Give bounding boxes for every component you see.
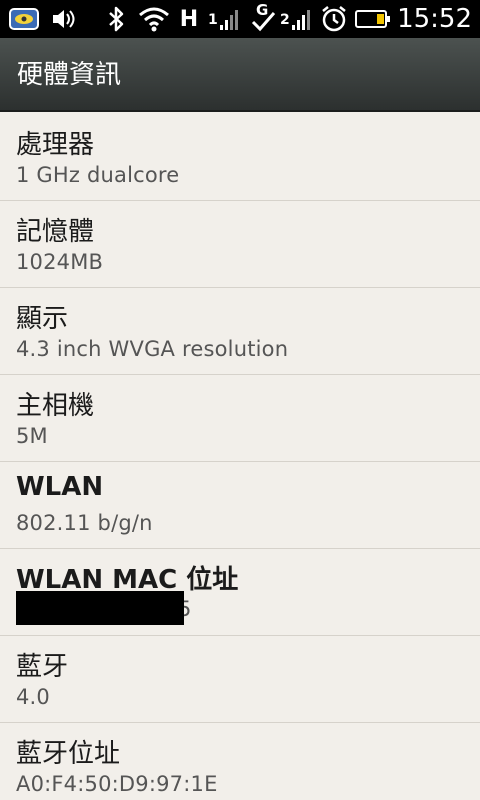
list-item-bluetooth: 藍牙 4.0 xyxy=(0,636,480,723)
signal-icon: 2 xyxy=(278,0,318,38)
signal-icon: 1 xyxy=(206,0,246,38)
item-label: 主相機 xyxy=(16,391,95,421)
item-value: 4.3 inch WVGA resolution xyxy=(16,337,289,361)
wifi-icon xyxy=(136,0,172,38)
status-bar: H 1 G 2 15:52 xyxy=(0,0,480,38)
item-value: A0:F4:50:D9:97:1E xyxy=(16,772,218,796)
item-value: 802.11 b/g/n xyxy=(16,511,153,535)
item-label: 藍牙 xyxy=(16,652,69,682)
list-item-memory: 記憶體 1024MB xyxy=(0,201,480,288)
item-value: 5M xyxy=(16,424,48,448)
item-label: 藍牙位址 xyxy=(16,739,121,769)
list-item-main-camera: 主相機 5M xyxy=(0,375,480,462)
alarm-icon xyxy=(318,0,350,38)
item-label: 記憶體 xyxy=(16,217,95,247)
battery-icon xyxy=(354,0,392,38)
clock: 15:52 xyxy=(397,4,472,34)
list-item-wlan: WLAN 802.11 b/g/n xyxy=(0,462,480,549)
item-value: 1024MB xyxy=(16,250,104,274)
list-item-processor: 處理器 1 GHz dualcore xyxy=(0,114,480,201)
page-title: 硬體資訊 xyxy=(17,60,122,90)
volume-icon xyxy=(50,0,78,38)
network-type-label: H xyxy=(179,6,199,32)
bluetooth-icon xyxy=(104,0,128,38)
sync-check-icon: G xyxy=(250,0,280,38)
item-label: 處理器 xyxy=(16,130,95,160)
redaction-bar xyxy=(16,591,184,625)
item-value: 4.0 xyxy=(16,685,50,709)
item-label: WLAN xyxy=(16,472,104,502)
item-label: 顯示 xyxy=(16,304,69,334)
hardware-info-list: 處理器 1 GHz dualcore 記憶體 1024MB 顯示 4.3 inc… xyxy=(0,114,480,800)
notification-app-icon xyxy=(6,0,42,38)
title-bar: 硬體資訊 xyxy=(0,38,480,112)
list-item-bluetooth-address: 藍牙位址 A0:F4:50:D9:97:1E xyxy=(0,723,480,800)
item-value: 1 GHz dualcore xyxy=(16,163,180,187)
list-item-display: 顯示 4.3 inch WVGA resolution xyxy=(0,288,480,375)
